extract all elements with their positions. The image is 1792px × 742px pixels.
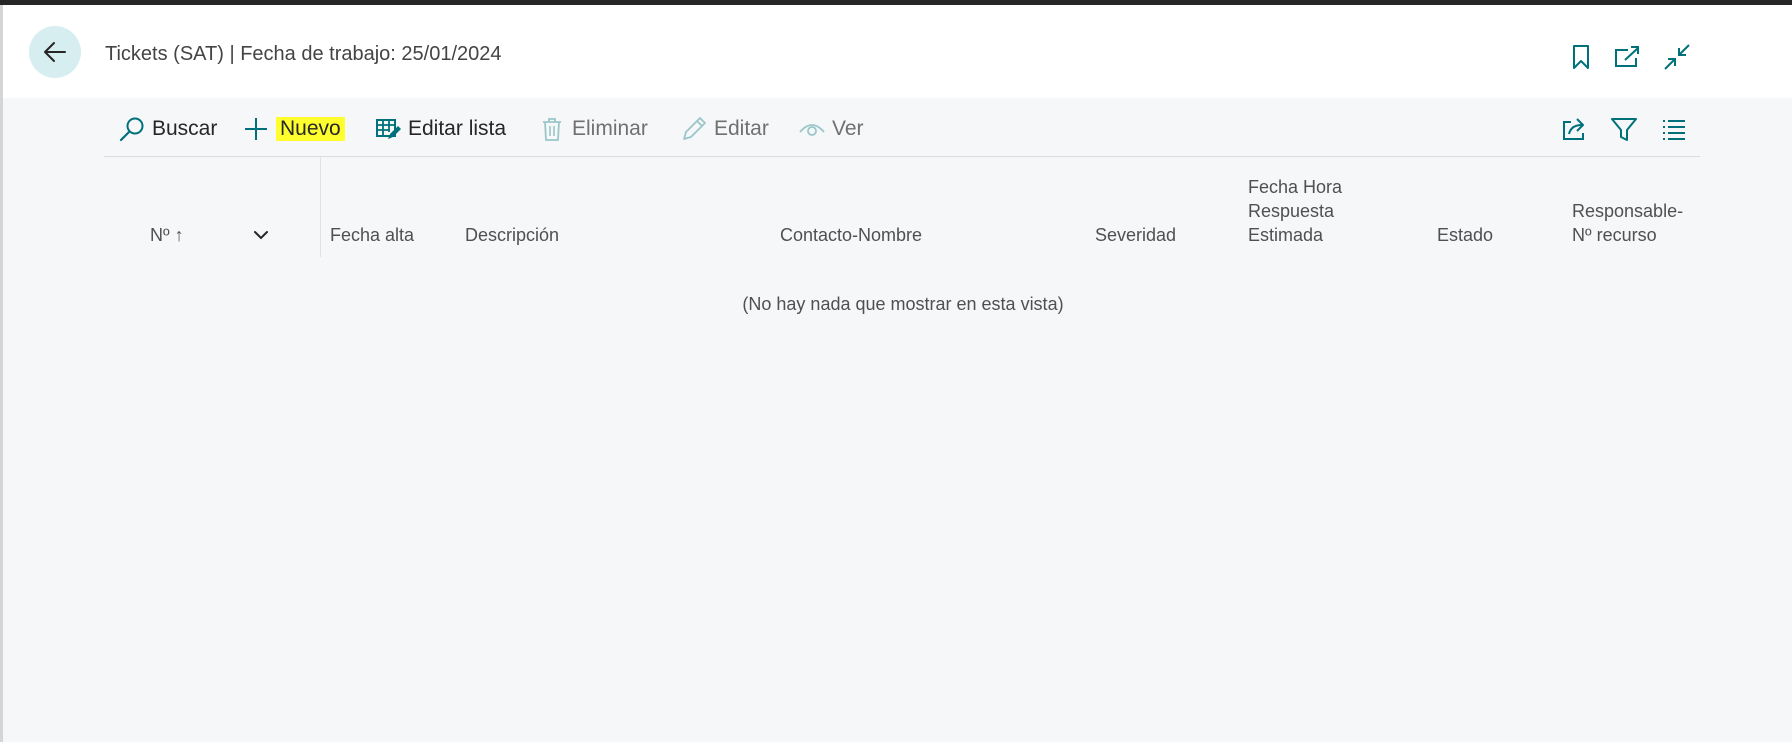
edit-list-button[interactable]: Editar lista	[374, 106, 506, 152]
share-icon	[1563, 118, 1584, 140]
search-label: Buscar	[152, 117, 218, 140]
pencil-icon	[680, 115, 708, 143]
collapse-button[interactable]	[1661, 41, 1693, 73]
page-header: Tickets (SAT) | Fecha de trabajo: 25/01/…	[3, 5, 1792, 98]
bookmark-button[interactable]	[1565, 41, 1597, 73]
back-button[interactable]	[29, 26, 81, 78]
new-label: Nuevo	[276, 117, 345, 141]
column-header-fecha-hora-line-1: Fecha Hora	[1248, 177, 1343, 197]
action-bar: Buscar Nuevo Editar lista Eliminar Edita…	[104, 106, 1700, 157]
search-icon	[118, 115, 146, 143]
column-divider	[320, 157, 321, 257]
eye-icon	[798, 115, 826, 143]
share-button[interactable]	[1558, 112, 1592, 146]
column-header-fecha-hora-line-3: Estimada	[1248, 225, 1324, 245]
column-header-responsable-line-2: Nº recurso	[1572, 225, 1657, 245]
column-header-responsable-line-1: Responsable-	[1572, 201, 1684, 221]
list-view-button[interactable]	[1657, 112, 1691, 146]
view-button[interactable]: Ver	[798, 106, 864, 152]
column-header-fecha-alta[interactable]: Fecha alta	[330, 223, 414, 247]
column-header-contacto-nombre[interactable]: Contacto-Nombre	[780, 223, 922, 247]
edit-button[interactable]: Editar	[680, 106, 769, 152]
search-button[interactable]: Buscar	[118, 106, 217, 152]
delete-label: Eliminar	[572, 117, 648, 140]
arrow-left-icon	[44, 42, 66, 62]
edit-label: Editar	[714, 117, 769, 140]
edit-list-label: Editar lista	[408, 117, 507, 140]
column-header-fecha-hora-line-2: Respuesta	[1248, 201, 1335, 221]
column-header-descripcion[interactable]: Descripción	[465, 223, 559, 247]
delete-button[interactable]: Eliminar	[538, 106, 648, 152]
new-button[interactable]: Nuevo	[242, 106, 345, 152]
column-header-no[interactable]: Nº ↑	[150, 223, 184, 247]
filter-icon	[1611, 118, 1637, 141]
column-header-no-label: Nº ↑	[150, 225, 184, 245]
column-header-estado[interactable]: Estado	[1437, 223, 1493, 247]
column-header-fecha-hora-respuesta[interactable]: Fecha Hora Respuesta Estimada	[1248, 175, 1342, 247]
filter-button[interactable]	[1607, 112, 1641, 146]
trash-icon	[538, 115, 566, 143]
open-new-window-button[interactable]	[1611, 41, 1643, 73]
empty-state-message: (No hay nada que mostrar en esta vista)	[742, 294, 1064, 314]
column-header-severidad[interactable]: Severidad	[1095, 223, 1176, 247]
chevron-down-icon	[254, 231, 268, 240]
bookmark-icon	[1573, 45, 1589, 69]
collapse-icon	[1664, 44, 1690, 70]
edit-list-icon	[374, 115, 402, 143]
open-in-new-window-icon	[1615, 46, 1639, 67]
plus-icon	[242, 115, 270, 143]
window-left-border	[0, 5, 3, 742]
select-all-toggle[interactable]	[252, 226, 274, 246]
page-title: Tickets (SAT) | Fecha de trabajo: 25/01/…	[105, 43, 502, 65]
view-label: Ver	[832, 117, 864, 140]
column-header-responsable[interactable]: Responsable- Nº recurso	[1572, 199, 1683, 247]
list-icon	[1663, 120, 1685, 140]
